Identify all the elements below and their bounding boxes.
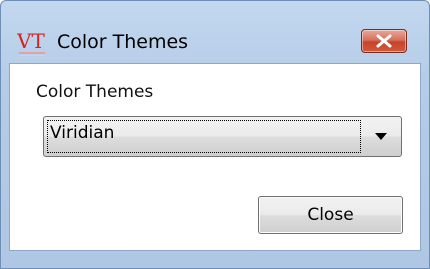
color-themes-label: Color Themes (36, 82, 154, 102)
theme-select-value: Viridian (50, 123, 115, 143)
theme-select[interactable]: Viridian (43, 116, 402, 157)
close-button[interactable]: Close (258, 196, 403, 234)
window-close-button[interactable] (361, 29, 407, 53)
svg-text:VT: VT (17, 29, 45, 53)
chevron-down-icon[interactable] (375, 133, 387, 140)
window-title: Color Themes (57, 31, 189, 53)
close-x-icon (376, 34, 392, 48)
vt-logo-icon: VT (17, 28, 49, 58)
title-bar[interactable]: VT Color Themes (1, 1, 429, 58)
